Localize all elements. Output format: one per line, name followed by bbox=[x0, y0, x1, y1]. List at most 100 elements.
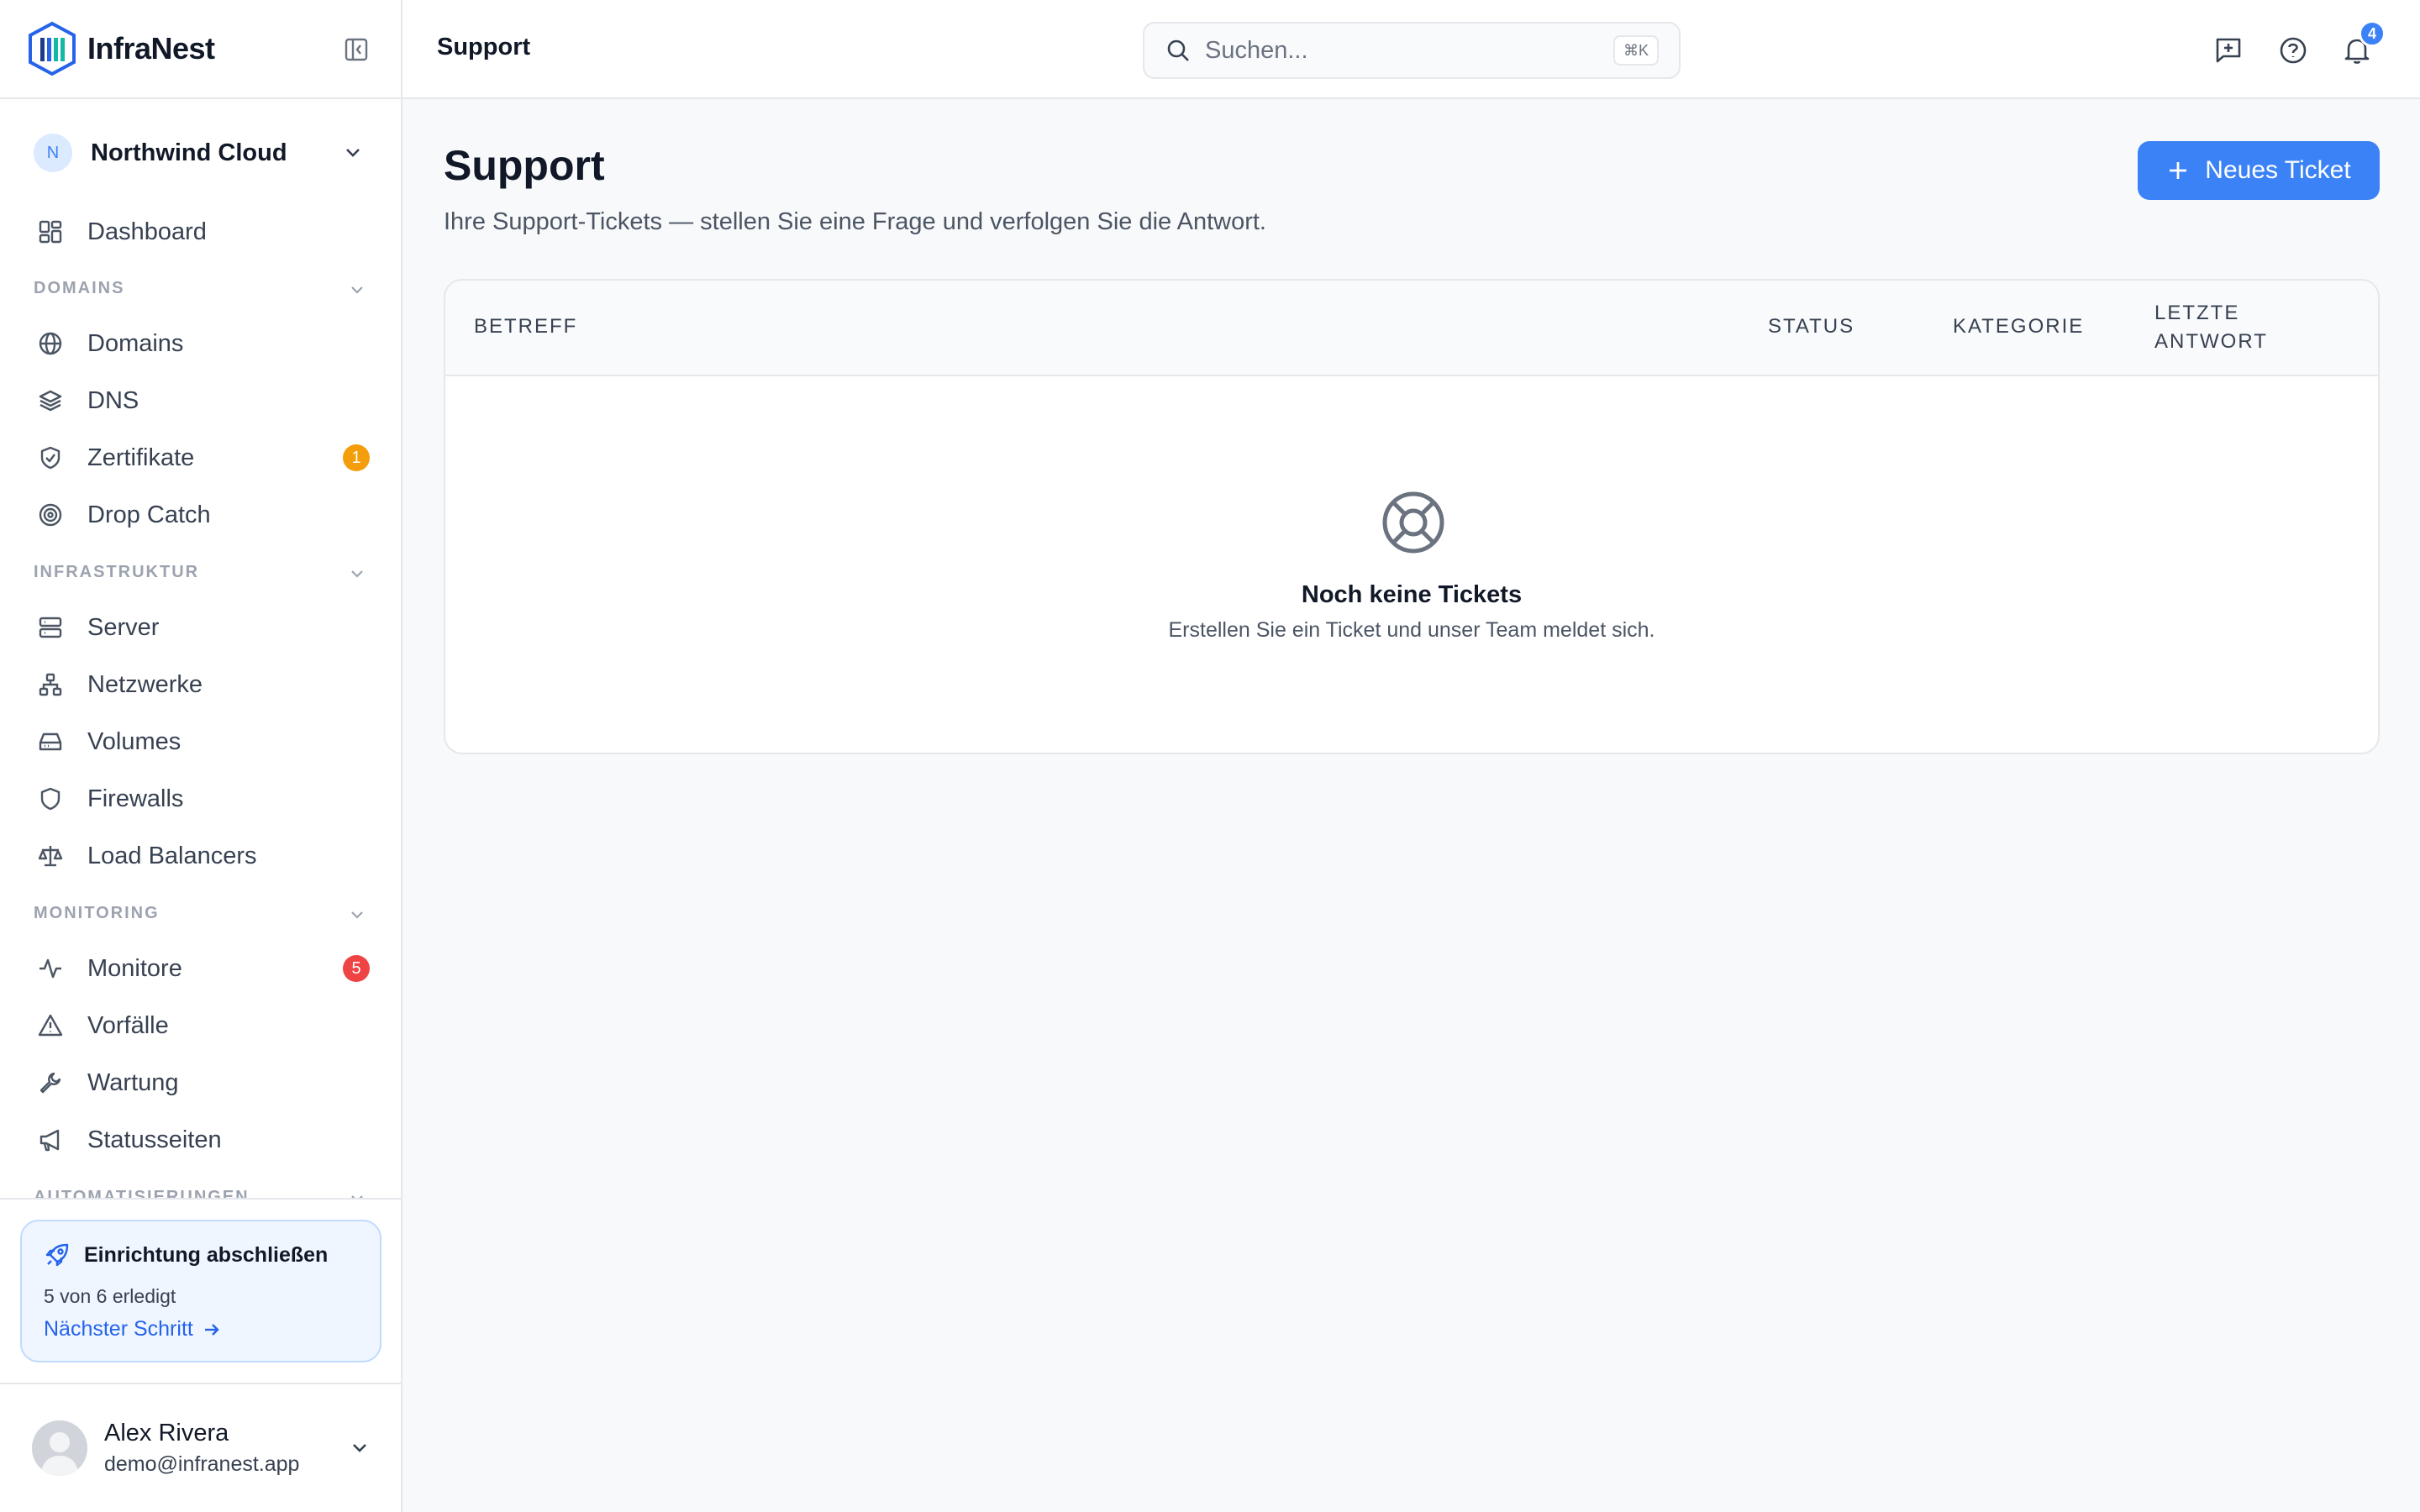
layers-icon bbox=[37, 387, 64, 414]
empty-state-subtitle: Erstellen Sie ein Ticket und unser Team … bbox=[1168, 618, 1655, 642]
section-label: INFRASTRUKTUR bbox=[34, 562, 200, 581]
globe-icon bbox=[37, 330, 64, 357]
infranest-logo-icon bbox=[27, 21, 77, 76]
target-icon bbox=[37, 501, 64, 528]
section-header-automation[interactable]: AUTOMATISIERUNGEN bbox=[34, 1184, 370, 1198]
brand: InfraNest bbox=[0, 0, 401, 99]
column-header-subject[interactable]: BETREFF bbox=[474, 312, 577, 341]
sidebar-item-dashboard[interactable]: Dashboard bbox=[20, 207, 383, 257]
sidebar-item-label: Wartung bbox=[87, 1068, 179, 1096]
sidebar-item-status-pages[interactable]: Statusseiten bbox=[20, 1115, 383, 1165]
section-header-domains[interactable]: DOMAINS bbox=[34, 276, 370, 301]
section-label: MONITORING bbox=[34, 903, 160, 922]
plus-icon bbox=[2170, 162, 2187, 179]
next-step-label: Nächster Schritt bbox=[44, 1317, 193, 1341]
org-switcher[interactable]: N Northwind Cloud bbox=[34, 129, 370, 176]
sidebar-item-drop-catch[interactable]: Drop Catch bbox=[20, 490, 383, 540]
shortcut-hint: ⌘K bbox=[1612, 35, 1659, 66]
network-icon bbox=[37, 671, 64, 698]
user-email: demo@infranest.app bbox=[104, 1452, 300, 1476]
wrench-icon bbox=[37, 1069, 64, 1096]
count-badge: 1 bbox=[343, 444, 370, 471]
chevron-down-icon bbox=[348, 1189, 366, 1198]
sidebar-item-firewalls[interactable]: Firewalls bbox=[20, 774, 383, 824]
sidebar-nav: Dashboard DOMAINS Domains DNS Zertifikat… bbox=[0, 193, 401, 1198]
section-label: AUTOMATISIERUNGEN bbox=[34, 1187, 250, 1199]
sidebar-item-label: Netzwerke bbox=[87, 670, 203, 698]
sidebar: InfraNest N Northwind Cloud Dashboard DO… bbox=[0, 0, 402, 1512]
chevron-down-icon bbox=[341, 141, 365, 165]
column-header-line: LETZTE bbox=[2154, 302, 2240, 324]
setup-progress: 5 von 6 erledigt bbox=[44, 1285, 176, 1307]
empty-state-title: Noch keine Tickets bbox=[1301, 581, 1523, 608]
topbar: Support Suchen... ⌘K 4 bbox=[402, 0, 2420, 99]
sidebar-item-volumes[interactable]: Volumes bbox=[20, 717, 383, 767]
search-icon bbox=[1165, 37, 1192, 64]
dashboard-icon bbox=[37, 218, 64, 245]
sidebar-item-label: Volumes bbox=[87, 727, 182, 755]
org-name: Northwind Cloud bbox=[91, 139, 287, 166]
scale-icon bbox=[37, 843, 64, 869]
sidebar-item-maintenance[interactable]: Wartung bbox=[20, 1058, 383, 1108]
sidebar-item-label: DNS bbox=[87, 386, 139, 414]
tickets-table: BETREFF STATUS KATEGORIE LETZTE ANTWORT … bbox=[444, 279, 2380, 754]
divider bbox=[0, 1198, 401, 1200]
sidebar-item-domains[interactable]: Domains bbox=[20, 318, 383, 369]
chevron-down-icon bbox=[348, 564, 366, 583]
shield-check-icon bbox=[37, 444, 64, 471]
sidebar-item-label: Monitore bbox=[87, 954, 182, 982]
sidebar-item-load-balancers[interactable]: Load Balancers bbox=[20, 831, 383, 881]
sidebar-item-label: Statusseiten bbox=[87, 1126, 222, 1153]
sidebar-item-server[interactable]: Server bbox=[20, 602, 383, 653]
sidebar-item-monitors[interactable]: Monitore 5 bbox=[20, 943, 383, 994]
search-placeholder: Suchen... bbox=[1205, 36, 1308, 64]
help-icon[interactable] bbox=[2276, 34, 2310, 67]
sidebar-item-label: Load Balancers bbox=[87, 842, 257, 869]
feedback-icon[interactable] bbox=[2212, 34, 2245, 67]
new-ticket-button[interactable]: Neues Ticket bbox=[2138, 141, 2380, 200]
sidebar-item-label: Zertifikate bbox=[87, 444, 195, 471]
column-header-last-reply[interactable]: LETZTE ANTWORT bbox=[2154, 299, 2268, 356]
column-header-category[interactable]: KATEGORIE bbox=[1953, 312, 2084, 341]
sidebar-item-label: Domains bbox=[87, 329, 184, 357]
chevron-down-icon bbox=[348, 281, 366, 299]
divider bbox=[0, 1383, 401, 1384]
megaphone-icon bbox=[37, 1126, 64, 1153]
sidebar-item-label: Drop Catch bbox=[87, 501, 211, 528]
search-input[interactable]: Suchen... ⌘K bbox=[1143, 22, 1681, 79]
chevron-down-icon bbox=[348, 1436, 371, 1460]
breadcrumb: Support bbox=[437, 34, 531, 60]
setup-card: Einrichtung abschließen 5 von 6 erledigt… bbox=[20, 1220, 381, 1362]
sidebar-collapse-icon[interactable] bbox=[342, 35, 371, 64]
column-header-line: ANTWORT bbox=[2154, 330, 2268, 353]
activity-icon bbox=[37, 955, 64, 982]
chevron-down-icon bbox=[348, 906, 366, 924]
avatar bbox=[32, 1420, 87, 1476]
warning-triangle-icon bbox=[37, 1012, 64, 1039]
table-header: BETREFF STATUS KATEGORIE LETZTE ANTWORT bbox=[445, 281, 2378, 376]
page-title: Support bbox=[444, 142, 605, 189]
sidebar-item-label: Firewalls bbox=[87, 785, 184, 812]
sidebar-item-certificates[interactable]: Zertifikate 1 bbox=[20, 433, 383, 483]
notification-badge: 4 bbox=[2359, 20, 2386, 47]
column-header-status[interactable]: STATUS bbox=[1768, 312, 1854, 341]
next-step-link[interactable]: Nächster Schritt bbox=[44, 1317, 222, 1341]
hard-drive-icon bbox=[37, 728, 64, 755]
new-ticket-label: Neues Ticket bbox=[2205, 156, 2351, 184]
org-avatar: N bbox=[34, 134, 72, 172]
arrow-right-icon bbox=[204, 1323, 219, 1336]
server-icon bbox=[37, 614, 64, 641]
sidebar-item-label: Server bbox=[87, 613, 160, 641]
rocket-icon bbox=[44, 1242, 71, 1268]
setup-title: Einrichtung abschließen bbox=[44, 1242, 328, 1268]
user-menu[interactable]: Alex Rivera demo@infranest.app bbox=[32, 1416, 376, 1480]
section-header-infrastructure[interactable]: INFRASTRUKTUR bbox=[34, 559, 370, 585]
section-header-monitoring[interactable]: MONITORING bbox=[34, 900, 370, 926]
sidebar-item-incidents[interactable]: Vorfälle bbox=[20, 1000, 383, 1051]
sidebar-item-label: Dashboard bbox=[87, 218, 207, 245]
sidebar-item-networks[interactable]: Netzwerke bbox=[20, 659, 383, 710]
user-name: Alex Rivera bbox=[104, 1420, 229, 1446]
life-buoy-icon bbox=[1380, 489, 1447, 556]
count-badge: 5 bbox=[343, 955, 370, 982]
sidebar-item-dns[interactable]: DNS bbox=[20, 375, 383, 426]
